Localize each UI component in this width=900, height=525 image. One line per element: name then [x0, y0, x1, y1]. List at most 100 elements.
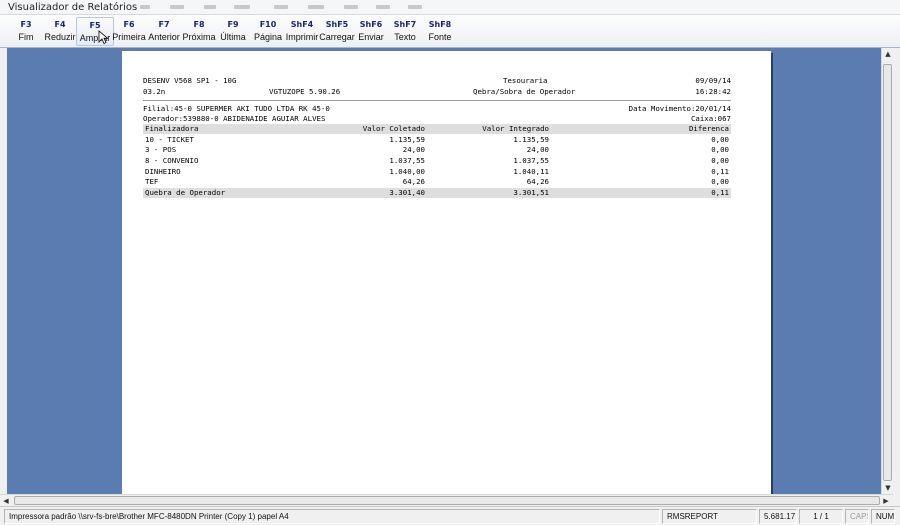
caixa: Caixa:067	[690, 114, 731, 123]
horizontal-scrollbar[interactable]: ◀ ▶	[0, 494, 893, 506]
row-valor-integrado: 64,26	[526, 177, 549, 186]
previous-page-button[interactable]: F7 Anterior	[145, 17, 183, 46]
enlarge-button[interactable]: F5 Ampliar	[76, 17, 114, 46]
font-label: Fonte	[428, 32, 452, 42]
header-divider	[143, 100, 731, 101]
first-page-label: Primeira	[112, 32, 146, 42]
printer-status: Impressora padrão \\srv-fs-bre\Brother M…	[4, 509, 660, 524]
row-valor-coletado: 1.037,55	[389, 156, 425, 165]
row-valor-coletado: 1.040,00	[389, 167, 425, 176]
row-finalizadora: 8 - CONVENIO	[145, 156, 199, 165]
text-label: Texto	[394, 32, 416, 42]
table-header: Finalizadora Valor Coletado Valor Integr…	[143, 124, 731, 134]
report-title: Qebra/Sobra de Operador	[473, 87, 576, 96]
total-valor-coletado: 3.301,40	[389, 188, 425, 197]
row-diferenca: 0,00	[711, 177, 729, 186]
row-diferenca: 0,11	[711, 167, 729, 176]
load-button[interactable]: ShF5 Carregar	[318, 17, 356, 46]
font-button[interactable]: ShF8 Fonte	[421, 17, 459, 46]
col-finalizadora: Finalizadora	[145, 124, 199, 133]
horizontal-scroll-thumb[interactable]	[14, 496, 880, 505]
go-to-page-key: F10	[259, 20, 277, 29]
row-valor-coletado: 24,00	[402, 145, 425, 154]
table-row: TEF 64,26 64,26 0,00	[143, 177, 731, 187]
col-valor-coletado: Valor Coletado	[362, 124, 425, 133]
program-name: VGTUZOPE 5.90.26	[269, 87, 341, 96]
system-name: DESENV V568 SP1 - 10G	[143, 76, 237, 85]
first-page-button[interactable]: F6 Primeira	[110, 17, 148, 46]
load-label: Carregar	[319, 32, 355, 42]
row-valor-coletado: 64,26	[402, 177, 425, 186]
text-key: ShF7	[393, 20, 417, 29]
first-page-key: F6	[123, 20, 135, 29]
last-page-button[interactable]: F9 Última	[214, 17, 252, 46]
row-valor-coletado: 1.135,59	[389, 135, 425, 144]
table-row: 10 - TICKET 1.135,59 1.135,59 0,00	[143, 135, 731, 145]
last-page-key: F9	[227, 20, 239, 29]
send-button[interactable]: ShF6 Enviar	[352, 17, 390, 46]
report-page: DESENV V568 SP1 - 10G Tesouraria 09/09/1…	[122, 51, 771, 494]
report-time: 16:28:42	[695, 87, 731, 96]
filial-line: Filial:45-0 SUPERMER AKI TUDO LTDA RK 45…	[143, 104, 731, 114]
report-viewport[interactable]: DESENV V568 SP1 - 10G Tesouraria 09/09/1…	[7, 48, 881, 494]
end-button[interactable]: F3 Fim	[7, 17, 45, 46]
send-label: Enviar	[358, 32, 384, 42]
row-valor-integrado: 1.037,55	[513, 156, 549, 165]
data-movimento: Data Movimento:20/01/14	[628, 104, 731, 113]
row-finalizadora: 3 - POS	[145, 145, 177, 154]
print-label: Imprimir	[285, 32, 319, 42]
enlarge-key: F5	[89, 21, 101, 30]
row-diferenca: 0,00	[711, 145, 729, 154]
title-bar: Visualizador de Relatórios	[0, 0, 900, 15]
table-row: 8 - CONVENIO 1.037,55 1.037,55 0,00	[143, 156, 731, 166]
scroll-up-icon[interactable]: ▲	[882, 48, 894, 60]
send-key: ShF6	[359, 20, 383, 29]
total-diferenca: 0,11	[711, 188, 729, 197]
window-title: Visualizador de Relatórios	[8, 2, 138, 13]
scroll-down-icon[interactable]: ▼	[882, 482, 894, 494]
text-button[interactable]: ShF7 Texto	[386, 17, 424, 46]
table-total-row: Quebra de Operador 3.301,40 3.301,51 0,1…	[143, 188, 731, 198]
vertical-scrollbar[interactable]: ▲ ▼	[881, 48, 893, 494]
module-name: Tesouraria	[503, 76, 548, 85]
title-bar-decoration	[140, 5, 540, 11]
page-count-status: 1 / 1	[799, 509, 843, 524]
row-diferenca: 0,00	[711, 156, 729, 165]
num-lock-indicator: NUM	[871, 509, 895, 524]
report-header-line-2: 03.2n VGTUZOPE 5.90.26 Qebra/Sobra de Op…	[143, 87, 731, 97]
row-finalizadora: DINHEIRO	[145, 167, 181, 176]
version: 03.2n	[143, 87, 166, 96]
row-finalizadora: TEF	[145, 177, 159, 186]
end-label: Fim	[18, 32, 34, 42]
go-to-page-button[interactable]: F10 Página	[249, 17, 287, 46]
total-valor-integrado: 3.301,51	[513, 188, 549, 197]
end-key: F3	[20, 20, 32, 29]
next-page-key: F8	[193, 20, 205, 29]
font-key: ShF8	[428, 20, 452, 29]
col-diferenca: Diferenca	[688, 124, 729, 133]
print-key: ShF4	[290, 20, 314, 29]
last-page-label: Última	[220, 32, 246, 42]
go-to-page-label: Página	[253, 32, 283, 42]
row-valor-integrado: 24,00	[526, 145, 549, 154]
status-bar: Impressora padrão \\srv-fs-bre\Brother M…	[0, 506, 900, 525]
row-valor-integrado: 1.135,59	[513, 135, 549, 144]
row-valor-integrado: 1.040,11	[513, 167, 549, 176]
reduce-label: Reduzir	[44, 32, 76, 42]
next-page-button[interactable]: F8 Próxima	[180, 17, 218, 46]
row-diferenca: 0,00	[711, 135, 729, 144]
mouse-pointer-icon	[98, 30, 109, 45]
build-status: 5.681.17	[759, 509, 797, 524]
table-row: DINHEIRO 1.040,00 1.040,11 0,11	[143, 167, 731, 177]
vertical-scroll-thumb[interactable]	[883, 64, 892, 481]
total-label: Quebra de Operador	[145, 188, 226, 197]
reduce-button[interactable]: F4 Reduzir	[41, 17, 79, 46]
filial: Filial:45-0 SUPERMER AKI TUDO LTDA RK 45…	[143, 104, 330, 113]
report-date: 09/09/14	[695, 76, 731, 85]
caps-lock-indicator: CAPS	[845, 509, 869, 524]
previous-page-key: F7	[158, 20, 170, 29]
table-row: 3 - POS 24,00 24,00 0,00	[143, 145, 731, 155]
col-valor-integrado: Valor Integrado	[482, 124, 549, 133]
reduce-key: F4	[54, 20, 66, 29]
print-button[interactable]: ShF4 Imprimir	[283, 17, 321, 46]
